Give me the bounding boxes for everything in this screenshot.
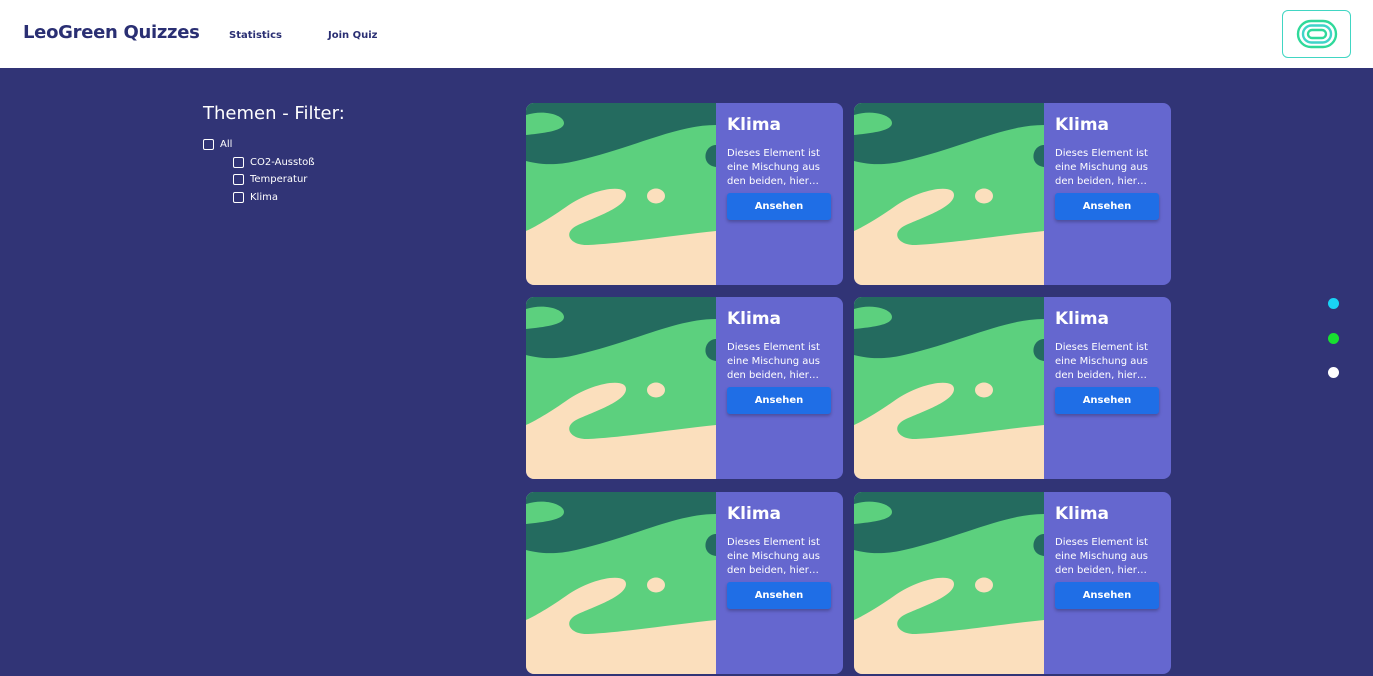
quiz-card: Klima Dieses Element ist eine Mischung a… bbox=[526, 297, 843, 479]
card-description: Dieses Element ist eine Mischung aus den… bbox=[1055, 342, 1148, 381]
nav-join-quiz-link[interactable]: Join Quiz bbox=[328, 30, 378, 41]
card-title: Klima bbox=[1055, 115, 1110, 135]
filter-all-label: All bbox=[220, 139, 233, 151]
card-title: Klima bbox=[1055, 504, 1110, 524]
filter-title: Themen - Filter: bbox=[203, 103, 345, 124]
nav-statistics-link[interactable]: Statistics bbox=[229, 30, 282, 41]
filter-temperatur-label: Temperatur bbox=[250, 174, 308, 186]
card-illustration bbox=[526, 103, 716, 285]
quiz-card: Klima Dieses Element ist eine Mischung a… bbox=[526, 103, 843, 285]
card-illustration bbox=[526, 492, 716, 674]
filter-all-row[interactable]: All bbox=[203, 136, 463, 154]
theme-dot-green[interactable] bbox=[1328, 333, 1339, 344]
filter-klima-row[interactable]: Klima bbox=[203, 189, 463, 207]
logo-button[interactable] bbox=[1282, 10, 1351, 58]
card-title: Klima bbox=[727, 115, 782, 135]
theme-dot-white[interactable] bbox=[1328, 367, 1339, 378]
filter-temperatur-checkbox[interactable] bbox=[233, 174, 244, 186]
card-illustration bbox=[854, 103, 1044, 285]
filter-co2-row[interactable]: CO2-Ausstoß bbox=[203, 154, 463, 172]
quiz-card: Klima Dieses Element ist eine Mischung a… bbox=[854, 297, 1171, 479]
filter-all-checkbox[interactable] bbox=[203, 139, 214, 151]
filter-co2-label: CO2-Ausstoß bbox=[250, 156, 315, 168]
theme-dot-cyan[interactable] bbox=[1328, 298, 1339, 309]
filter-temperatur-row[interactable]: Temperatur bbox=[203, 171, 463, 189]
quiz-card: Klima Dieses Element ist eine Mischung a… bbox=[854, 492, 1171, 674]
top-navbar: LeoGreen Quizzes Statistics Join Quiz bbox=[0, 0, 1373, 68]
ansehen-button[interactable]: Ansehen bbox=[1055, 387, 1159, 414]
card-illustration bbox=[854, 297, 1044, 479]
card-title: Klima bbox=[727, 504, 782, 524]
brand-title[interactable]: LeoGreen Quizzes bbox=[23, 22, 200, 43]
card-description: Dieses Element ist eine Mischung aus den… bbox=[727, 342, 820, 381]
card-title: Klima bbox=[727, 309, 782, 329]
filter-co2-checkbox[interactable] bbox=[233, 156, 244, 168]
ansehen-button[interactable]: Ansehen bbox=[1055, 193, 1159, 220]
leogreen-logo-icon bbox=[1296, 19, 1337, 49]
card-illustration bbox=[854, 492, 1044, 674]
filter-klima-label: Klima bbox=[250, 191, 278, 203]
card-title: Klima bbox=[1055, 309, 1110, 329]
quiz-card: Klima Dieses Element ist eine Mischung a… bbox=[854, 103, 1171, 285]
card-description: Dieses Element ist eine Mischung aus den… bbox=[727, 537, 820, 576]
ansehen-button[interactable]: Ansehen bbox=[727, 193, 831, 220]
card-description: Dieses Element ist eine Mischung aus den… bbox=[1055, 537, 1148, 576]
quiz-card: Klima Dieses Element ist eine Mischung a… bbox=[526, 492, 843, 674]
card-description: Dieses Element ist eine Mischung aus den… bbox=[727, 148, 820, 187]
ansehen-button[interactable]: Ansehen bbox=[727, 387, 831, 414]
quiz-card-grid: Klima Dieses Element ist eine Mischung a… bbox=[526, 103, 1171, 676]
topic-filter: Themen - Filter: All CO2-Ausstoß Tempera… bbox=[203, 103, 463, 206]
ansehen-button[interactable]: Ansehen bbox=[1055, 582, 1159, 609]
filter-klima-checkbox[interactable] bbox=[233, 191, 244, 203]
ansehen-button[interactable]: Ansehen bbox=[727, 582, 831, 609]
card-description: Dieses Element ist eine Mischung aus den… bbox=[1055, 148, 1148, 187]
card-illustration bbox=[526, 297, 716, 479]
